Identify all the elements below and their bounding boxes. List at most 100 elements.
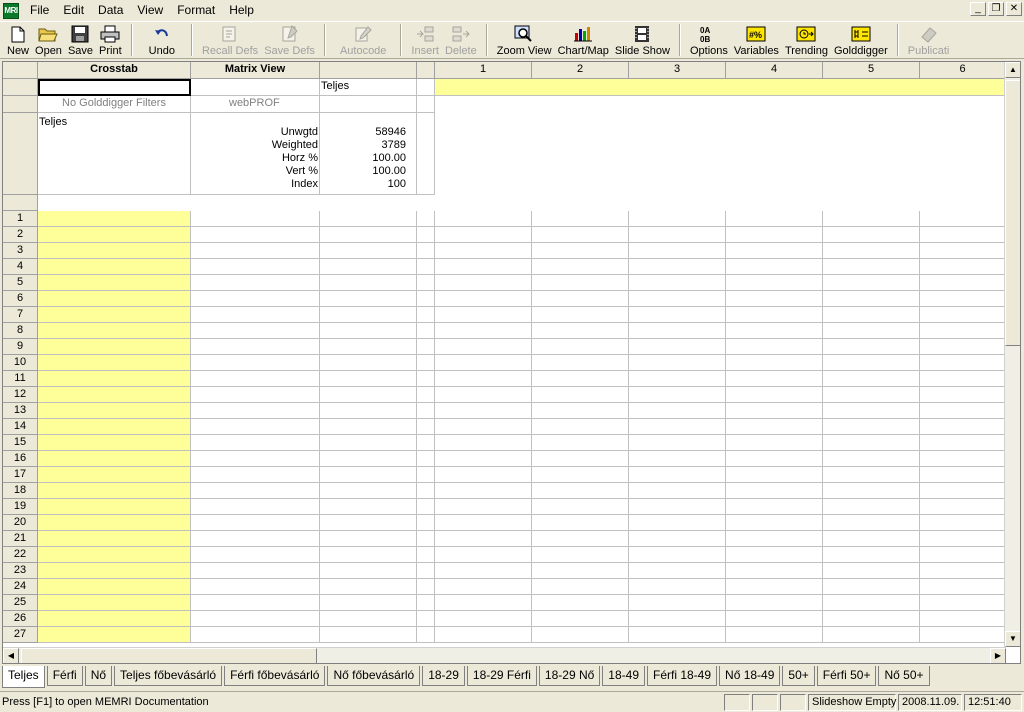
matrix-cell[interactable]	[191, 531, 320, 547]
data-cell[interactable]	[435, 323, 532, 339]
data-cell[interactable]	[532, 435, 629, 451]
data-cell[interactable]	[823, 531, 920, 547]
row-label-cell[interactable]	[38, 307, 191, 323]
data-cell[interactable]	[435, 291, 532, 307]
data-cell[interactable]	[435, 403, 532, 419]
row-label-cell[interactable]	[38, 595, 191, 611]
data-cell[interactable]	[532, 403, 629, 419]
data-cell[interactable]	[726, 275, 823, 291]
scroll-left-icon[interactable]: ◀	[3, 648, 19, 663]
data-cell[interactable]	[726, 563, 823, 579]
spacer-cell[interactable]	[417, 579, 435, 595]
data-cell[interactable]	[920, 243, 1006, 259]
new-button[interactable]: New	[4, 22, 32, 58]
data-cell[interactable]	[920, 403, 1006, 419]
stats-cell[interactable]	[320, 627, 417, 643]
data-cell[interactable]	[629, 547, 726, 563]
data-cell[interactable]	[435, 451, 532, 467]
matrix-cell[interactable]	[191, 211, 320, 227]
column-header-4[interactable]: 4	[726, 62, 823, 79]
row-label-cell[interactable]	[38, 259, 191, 275]
column-header-5[interactable]: 5	[823, 62, 920, 79]
scroll-down-icon[interactable]: ▼	[1005, 631, 1020, 647]
spacer-cell[interactable]	[417, 96, 435, 113]
spacer-cell[interactable]	[417, 419, 435, 435]
data-cell[interactable]	[823, 451, 920, 467]
insert-button[interactable]: Insert	[408, 22, 442, 58]
spacer-cell[interactable]	[417, 355, 435, 371]
restore-icon[interactable]: ❐	[988, 2, 1004, 16]
matrix-cell[interactable]	[191, 259, 320, 275]
stats-values-cell[interactable]: 58946 3789 100.00 100.00 100	[320, 113, 417, 195]
data-cell[interactable]	[532, 259, 629, 275]
data-cell[interactable]	[823, 211, 920, 227]
data-cell[interactable]	[532, 339, 629, 355]
row-header[interactable]: 8	[3, 323, 38, 339]
data-cell[interactable]	[629, 275, 726, 291]
row-label-cell[interactable]	[38, 371, 191, 387]
data-cell[interactable]	[920, 451, 1006, 467]
stats-cell[interactable]	[320, 259, 417, 275]
data-cell[interactable]	[726, 227, 823, 243]
stats-cell[interactable]	[320, 419, 417, 435]
stats-cell[interactable]	[320, 403, 417, 419]
data-cell[interactable]	[823, 371, 920, 387]
data-cell[interactable]	[435, 387, 532, 403]
row-label-cell[interactable]	[38, 243, 191, 259]
row-header-banner-1[interactable]	[3, 79, 38, 96]
sheet-tab[interactable]: 18-29	[422, 666, 465, 686]
data-cell[interactable]	[726, 627, 823, 643]
data-cell[interactable]	[532, 499, 629, 515]
stats-cell[interactable]	[320, 339, 417, 355]
teljes-header-cell[interactable]: Teljes	[320, 79, 417, 96]
spacer-cell[interactable]	[417, 211, 435, 227]
data-cell[interactable]	[726, 291, 823, 307]
stats-cell[interactable]	[320, 243, 417, 259]
row-header[interactable]: 6	[3, 291, 38, 307]
stats-labels-cell[interactable]: Unwgtd Weighted Horz % Vert % Index	[191, 113, 320, 195]
row-header[interactable]: 10	[3, 355, 38, 371]
data-cell[interactable]	[435, 371, 532, 387]
banner-cell[interactable]	[191, 79, 320, 96]
row-header[interactable]: 27	[3, 627, 38, 643]
data-cell[interactable]	[629, 563, 726, 579]
menu-format[interactable]: Format	[170, 0, 222, 21]
data-cell[interactable]	[435, 339, 532, 355]
spacer-cell[interactable]	[417, 531, 435, 547]
data-cell[interactable]	[435, 243, 532, 259]
row-label-cell[interactable]	[38, 563, 191, 579]
data-cell[interactable]	[920, 291, 1006, 307]
data-cell[interactable]	[920, 515, 1006, 531]
data-cell[interactable]	[823, 435, 920, 451]
crosstab-grid[interactable]: Crosstab Matrix View 1 2 3 4 5 6 Teljes …	[2, 61, 1021, 664]
row-header[interactable]: 7	[3, 307, 38, 323]
data-cell[interactable]	[629, 211, 726, 227]
spacer-cell[interactable]	[417, 451, 435, 467]
matrix-cell[interactable]	[191, 323, 320, 339]
data-cell[interactable]	[532, 611, 629, 627]
spacer-cell[interactable]	[417, 79, 435, 96]
data-cell[interactable]	[726, 323, 823, 339]
banner-yellow-band[interactable]	[435, 79, 1006, 96]
data-cell[interactable]	[435, 515, 532, 531]
sheet-tab[interactable]: Nő főbevásárló	[327, 666, 421, 686]
spacer-cell[interactable]	[417, 499, 435, 515]
row-label-cell[interactable]	[38, 275, 191, 291]
row-header[interactable]: 14	[3, 419, 38, 435]
matrix-cell[interactable]	[191, 275, 320, 291]
stats-cell[interactable]	[320, 547, 417, 563]
data-cell[interactable]	[532, 275, 629, 291]
spacer-cell[interactable]	[417, 275, 435, 291]
row-label-cell[interactable]	[38, 355, 191, 371]
spacer-cell[interactable]	[417, 291, 435, 307]
save-button[interactable]: Save	[65, 22, 96, 58]
row-label-cell[interactable]	[38, 579, 191, 595]
sheet-tab[interactable]: 50+	[782, 666, 815, 686]
data-cell[interactable]	[629, 579, 726, 595]
close-icon[interactable]: ✕	[1006, 2, 1022, 16]
data-cell[interactable]	[920, 627, 1006, 643]
data-cell[interactable]	[920, 563, 1006, 579]
row-label-cell[interactable]	[38, 419, 191, 435]
data-cell[interactable]	[532, 371, 629, 387]
spacer-cell[interactable]	[417, 627, 435, 643]
